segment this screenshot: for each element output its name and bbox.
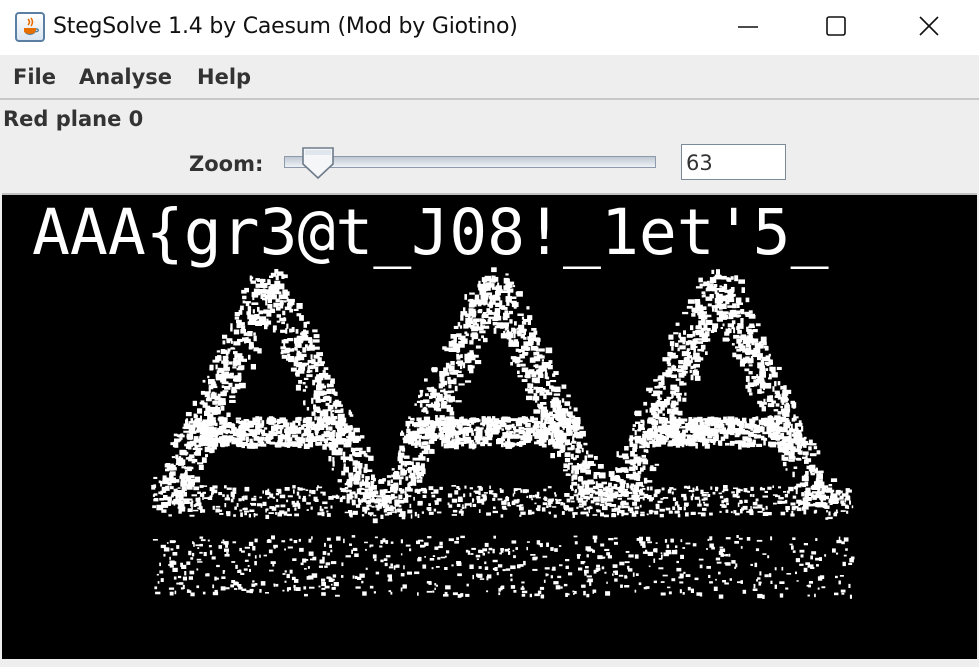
bitplane-image	[151, 267, 855, 599]
minimize-button[interactable]	[703, 0, 795, 55]
stegsolve-window: StegSolve 1.4 by Caesum (Mod by Giotino)…	[0, 0, 979, 667]
menu-analyse[interactable]: Analyse	[79, 65, 172, 89]
menu-help[interactable]: Help	[197, 65, 251, 89]
java-icon	[15, 12, 45, 42]
title-bar[interactable]: StegSolve 1.4 by Caesum (Mod by Giotino)	[0, 0, 979, 55]
zoom-slider[interactable]	[284, 146, 656, 180]
minimize-icon	[738, 26, 758, 28]
noisy-letter-a	[602, 269, 841, 520]
maximize-icon	[826, 16, 846, 36]
maximize-button[interactable]	[795, 0, 887, 55]
noisy-base-band	[152, 485, 855, 599]
bottom-strip	[0, 659, 979, 667]
zoom-slider-thumb[interactable]	[301, 146, 335, 180]
noisy-letter-a	[151, 269, 391, 524]
close-icon	[919, 16, 939, 36]
window-title: StegSolve 1.4 by Caesum (Mod by Giotino)	[53, 14, 518, 39]
zoom-label: Zoom:	[189, 152, 264, 176]
noisy-letter-a	[374, 267, 617, 517]
zoom-value-field[interactable]: 63	[681, 144, 786, 180]
zoom-slider-track[interactable]	[284, 156, 656, 168]
menu-file[interactable]: File	[13, 65, 56, 89]
menu-bar: File Analyse Help	[0, 55, 979, 100]
plane-label: Red plane 0	[3, 107, 144, 131]
image-panel: AAA{gr3@t_J08!_1et'5_	[2, 193, 977, 659]
close-button[interactable]	[887, 0, 979, 55]
